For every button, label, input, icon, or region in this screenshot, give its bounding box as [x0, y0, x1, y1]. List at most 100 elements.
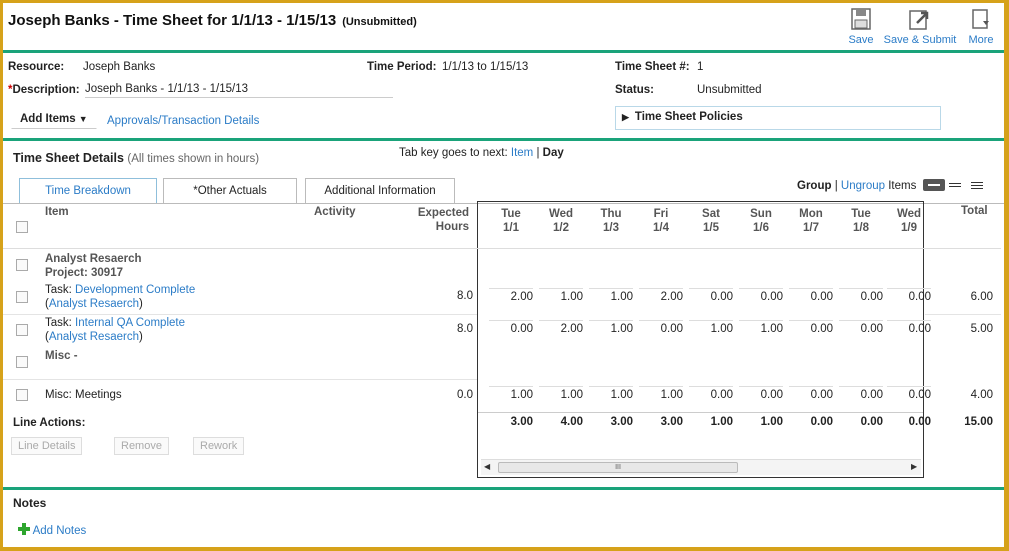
hours-input[interactable]: 0.00: [887, 320, 931, 335]
ungroup-link[interactable]: Ungroup: [841, 180, 885, 192]
group-project: Project: 30917: [45, 267, 123, 279]
details-title: Time Sheet Details (All times shown in h…: [13, 151, 259, 165]
hours-input[interactable]: 2.00: [539, 320, 583, 335]
more-label: More: [968, 34, 994, 46]
items-label: Items: [888, 180, 917, 192]
more-icon: [972, 9, 989, 29]
day-total: 1.00: [710, 416, 733, 428]
hours-input[interactable]: 0.00: [839, 386, 883, 401]
day-of-week: Tue: [851, 208, 871, 220]
day-column-header: Wed 1/2: [539, 207, 583, 235]
description-label: *Description:: [8, 84, 80, 96]
day-date: 1/1: [503, 222, 519, 234]
hours-input[interactable]: 1.00: [589, 386, 633, 401]
hours-input[interactable]: 0.00: [739, 288, 783, 303]
hours-input[interactable]: 1.00: [689, 320, 733, 335]
hours-input[interactable]: 1.00: [539, 288, 583, 303]
day-column-header: Tue 1/1: [489, 207, 533, 235]
row-rule: [925, 314, 1001, 315]
hours-input[interactable]: 0.00: [489, 320, 533, 335]
hours-input[interactable]: 2.00: [639, 288, 683, 303]
horizontal-scrollbar[interactable]: ◀ III ▶: [481, 459, 921, 475]
scroll-right-arrow-icon[interactable]: ▶: [911, 462, 917, 471]
scroll-left-arrow-icon[interactable]: ◀: [484, 462, 490, 471]
density-compact-icon[interactable]: [923, 179, 945, 191]
day-date: 1/3: [603, 222, 619, 234]
day-date: 1/9: [901, 222, 917, 234]
day-total: 1.00: [760, 416, 783, 428]
more-button[interactable]: More: [965, 7, 997, 46]
hours-input[interactable]: 0.00: [887, 288, 931, 303]
column-header-activity[interactable]: Activity: [314, 206, 356, 218]
add-items-button[interactable]: Add Items ▼: [11, 109, 97, 129]
grand-total: 15.00: [964, 416, 993, 428]
tab-key-day[interactable]: Day: [543, 147, 564, 159]
hours-input[interactable]: 0.00: [689, 386, 733, 401]
density-medium-icon[interactable]: [949, 183, 961, 187]
day-date: 1/4: [653, 222, 669, 234]
hours-input[interactable]: 1.00: [489, 386, 533, 401]
column-header-total[interactable]: Total: [961, 205, 988, 217]
approvals-link[interactable]: Approvals/Transaction Details: [107, 115, 259, 127]
day-column-header: Sat 1/5: [689, 207, 733, 235]
hours-input[interactable]: 1.00: [589, 320, 633, 335]
expected-header-line2: Hours: [435, 221, 469, 233]
hours-input[interactable]: 1.00: [589, 288, 633, 303]
hours-input[interactable]: 0.00: [839, 320, 883, 335]
day-date: 1/8: [853, 222, 869, 234]
hours-input[interactable]: 0.00: [887, 386, 931, 401]
group-checkbox[interactable]: [16, 259, 28, 271]
column-header-item[interactable]: Item: [45, 206, 69, 218]
column-header-expected-hours[interactable]: Expected Hours: [411, 206, 469, 234]
save-submit-button[interactable]: Save & Submit: [881, 7, 959, 46]
tab-time-breakdown[interactable]: Time Breakdown: [19, 178, 157, 204]
hours-input[interactable]: 0.00: [789, 288, 833, 303]
hours-input[interactable]: 0.00: [689, 288, 733, 303]
hours-input[interactable]: 1.00: [539, 386, 583, 401]
hours-input[interactable]: 0.00: [789, 386, 833, 401]
hours-input[interactable]: 0.00: [839, 288, 883, 303]
day-total: 0.00: [908, 416, 931, 428]
line-details-button[interactable]: Line Details: [11, 437, 83, 455]
group-name: Analyst Resaerch: [45, 253, 142, 265]
add-notes-button[interactable]: Add Notes: [18, 523, 86, 537]
save-button[interactable]: Save: [845, 7, 877, 46]
select-all-checkbox[interactable]: [16, 221, 28, 233]
tab-other-actuals[interactable]: *Other Actuals: [163, 178, 297, 204]
day-of-week: Fri: [653, 208, 669, 220]
description-field[interactable]: Joseph Banks - 1/1/13 - 1/15/13: [85, 83, 393, 98]
density-expanded-icon[interactable]: [971, 182, 983, 189]
divider: [3, 138, 1004, 141]
row-checkbox[interactable]: [16, 324, 28, 336]
expected-hours-cell: 8.0: [457, 290, 473, 302]
task-link[interactable]: Internal QA Complete: [75, 317, 185, 329]
row-checkbox[interactable]: [16, 389, 28, 401]
hours-input[interactable]: 1.00: [739, 320, 783, 335]
day-of-week: Mon: [799, 208, 823, 220]
remove-button[interactable]: Remove: [114, 437, 169, 455]
row-checkbox[interactable]: [16, 291, 28, 303]
day-total: 4.00: [560, 416, 583, 428]
description-label-text: Description:: [12, 84, 80, 96]
tab-additional-information[interactable]: Additional Information: [305, 178, 455, 204]
parent-link[interactable]: Analyst Resaerch: [49, 298, 139, 310]
group-label[interactable]: Group: [797, 180, 832, 192]
days-panel: [477, 201, 924, 478]
day-date: 1/6: [753, 222, 769, 234]
day-of-week: Sun: [750, 208, 772, 220]
time-sheet-policies-toggle[interactable]: ▶ Time Sheet Policies: [615, 106, 941, 130]
hours-input[interactable]: 0.00: [739, 386, 783, 401]
hours-input[interactable]: 2.00: [489, 288, 533, 303]
task-link[interactable]: Development Complete: [75, 284, 195, 296]
day-column-header: Tue 1/8: [839, 207, 883, 235]
parent-link[interactable]: Analyst Resaerch: [49, 331, 139, 343]
hours-input[interactable]: 0.00: [639, 320, 683, 335]
rework-button[interactable]: Rework: [193, 437, 245, 455]
hours-input[interactable]: 0.00: [789, 320, 833, 335]
misc-group-checkbox[interactable]: [16, 356, 28, 368]
divider: [3, 50, 1004, 53]
tab-key-item-link[interactable]: Item: [511, 147, 533, 159]
hours-input[interactable]: 1.00: [639, 386, 683, 401]
expected-header-line1: Expected: [417, 207, 469, 219]
scroll-thumb[interactable]: III: [498, 462, 738, 473]
